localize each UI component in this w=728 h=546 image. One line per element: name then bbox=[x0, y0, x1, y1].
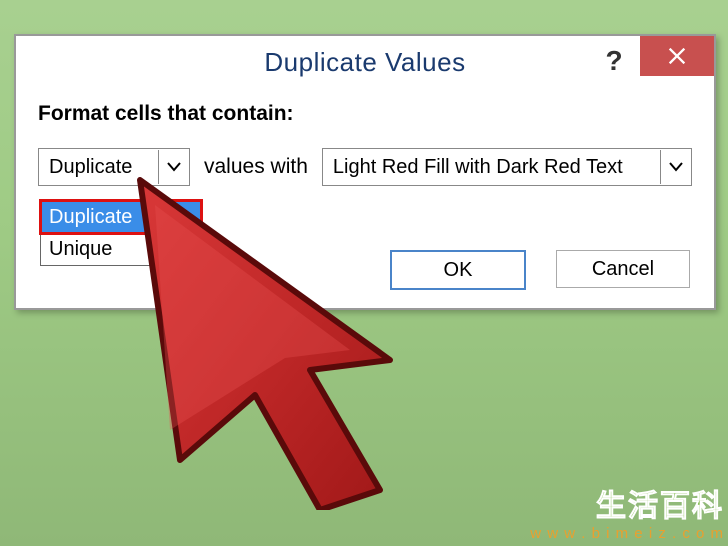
dialog-body: Format cells that contain: Duplicate val… bbox=[16, 88, 714, 186]
instruction-label: Format cells that contain: bbox=[38, 102, 692, 126]
duplicate-values-dialog: Duplicate Values ? Format cells that con… bbox=[14, 34, 716, 310]
dropdown-option-unique[interactable]: Unique bbox=[41, 233, 201, 265]
format-combo[interactable]: Light Red Fill with Dark Red Text bbox=[322, 148, 692, 186]
watermark-url: w w w . b i m e i z . c o m bbox=[530, 525, 724, 542]
values-with-label: values with bbox=[204, 155, 308, 179]
close-button[interactable] bbox=[640, 36, 714, 76]
type-combo[interactable]: Duplicate bbox=[38, 148, 190, 186]
type-combo-value: Duplicate bbox=[39, 156, 142, 179]
help-button[interactable]: ? bbox=[594, 42, 634, 80]
format-row: Duplicate values with Light Red Fill wit… bbox=[38, 148, 692, 186]
format-combo-arrow[interactable] bbox=[660, 150, 691, 184]
chevron-down-icon bbox=[669, 162, 683, 172]
close-icon bbox=[666, 45, 688, 67]
chevron-down-icon bbox=[167, 162, 181, 172]
watermark: 生活百科 w w w . b i m e i z . c o m bbox=[530, 481, 724, 542]
type-combo-arrow[interactable] bbox=[158, 150, 189, 184]
titlebar: Duplicate Values ? bbox=[16, 36, 714, 88]
dropdown-option-duplicate[interactable]: Duplicate bbox=[41, 201, 201, 233]
type-dropdown-list: Duplicate Unique bbox=[40, 200, 202, 266]
ok-button[interactable]: OK bbox=[390, 250, 526, 290]
watermark-cn: 生活百科 bbox=[530, 481, 724, 525]
cancel-button[interactable]: Cancel bbox=[556, 250, 690, 288]
button-row: OK Cancel bbox=[390, 250, 690, 290]
dialog-title: Duplicate Values bbox=[264, 47, 465, 78]
format-combo-value: Light Red Fill with Dark Red Text bbox=[323, 156, 633, 179]
